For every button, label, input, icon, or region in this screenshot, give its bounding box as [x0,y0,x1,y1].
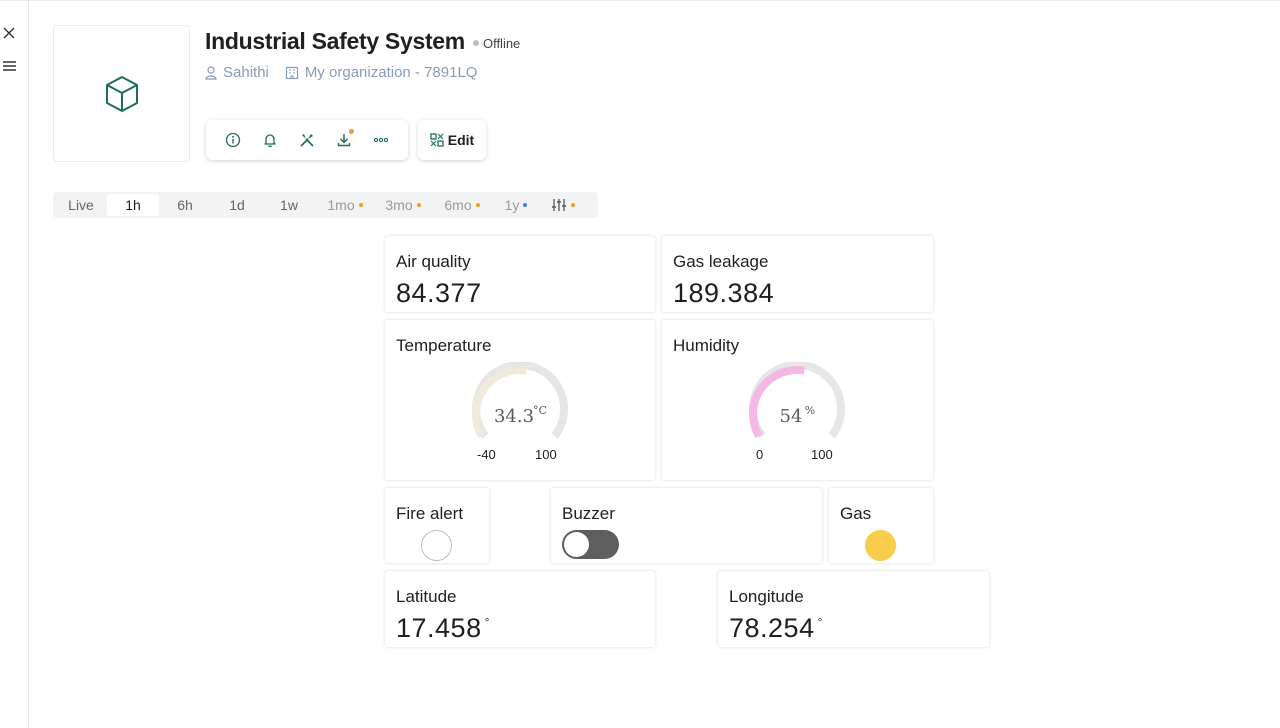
widget-label: Longitude [729,587,804,606]
cube-icon [105,75,138,112]
widget-label: Latitude [396,587,457,606]
widget-fire-alert[interactable]: Fire alert [385,488,489,563]
widget-label: Air quality [396,252,471,271]
owner-link[interactable]: Sahithi [205,64,269,81]
widget-latitude[interactable]: Latitude 17.458 ° [385,571,655,647]
gauge-unit: % [805,404,815,417]
edit-label: Edit [447,132,475,148]
widget-label: Humidity [673,336,740,355]
time-option-6h[interactable]: 6h [159,194,211,216]
premium-dot [571,203,575,207]
edit-layout-icon [430,133,444,147]
time-option-3mo[interactable]: 3mo [375,194,431,216]
widget-label: Gas [840,504,872,523]
widget-unit: ° [817,615,823,629]
status-badge: Offline [472,35,521,51]
custom-range-button[interactable] [539,194,587,216]
widget-value: 17.458 [396,613,482,643]
widget-value: 189.384 [673,278,775,308]
widget-value: 84.377 [396,278,482,308]
tools-icon [300,134,314,147]
device-image[interactable] [53,25,190,162]
widget-label: Gas leakage [673,252,769,271]
time-option-1d[interactable]: 1d [211,194,263,216]
widget-value: 78.254 [729,613,815,643]
widget-value-group: 17.458 ° [396,613,490,644]
time-option-label: Live [68,197,94,213]
time-range-selector: Live 1h 6h 1d 1w 1mo 3mo 6mo 1y [53,192,598,218]
time-option-label: 6h [177,197,193,213]
time-option-label: 1h [125,197,141,213]
toggle-knob [564,532,589,557]
menu-icon[interactable] [0,57,18,75]
time-option-label: 1d [229,197,245,213]
more-button[interactable] [369,128,393,152]
time-option-label: 3mo [385,197,413,213]
widget-air-quality[interactable]: Air quality 84.377 [385,236,655,312]
humidity-gauge: 54 % [749,362,845,439]
time-option-label: 1w [280,197,298,213]
premium-dot [416,203,421,207]
sliders-icon [552,199,566,211]
widget-label: Fire alert [396,504,464,523]
info-icon [225,132,240,148]
download-notification-dot [349,129,355,134]
alarms-button[interactable] [258,128,282,152]
widget-label: Buzzer [562,504,615,523]
close-icon[interactable] [0,24,18,42]
gas-led [865,530,896,561]
widget-longitude[interactable]: Longitude 78.254 ° [718,571,989,647]
info-button[interactable] [221,128,245,152]
time-option-label: 1mo [327,197,355,213]
owner-name: Sahithi [223,64,269,81]
user-icon [205,65,217,80]
premium-dot [475,203,480,207]
bell-icon [264,134,276,148]
device-meta: Sahithi My organization - 7891LQ [205,64,493,81]
left-rail [0,0,29,728]
widget-label: Temperature [396,336,492,355]
time-option-label: 6mo [444,197,472,213]
widget-unit: ° [484,615,490,629]
download-icon [337,134,351,147]
widget-gas-leakage[interactable]: Gas leakage 189.384 [662,236,933,312]
top-border [0,0,1280,1]
title-row: Industrial Safety System Offline [205,28,520,55]
widget-value-group: 78.254 ° [729,613,823,644]
time-option-1w[interactable]: 1w [263,194,315,216]
gauge-value: 54 [780,406,803,427]
fire-alert-led [421,530,452,561]
gauge-value: 34.3 [494,406,534,427]
edit-button[interactable]: Edit [418,120,486,160]
device-title: Industrial Safety System [205,28,465,54]
widget-humidity[interactable]: Humidity 54 % 0 100 [662,320,933,480]
gauge-min: -40 [477,447,496,462]
time-option-1h[interactable]: 1h [107,194,159,216]
status-dot [472,40,479,46]
premium-dot [358,203,363,207]
gauge-min: 0 [756,447,764,462]
status-text: Offline [482,35,521,51]
download-button[interactable] [332,128,356,152]
gauge-max: 100 [811,447,833,462]
buzzer-toggle[interactable] [562,530,619,559]
gauge-max: 100 [535,447,557,462]
temperature-gauge: 34.3 °C [472,362,568,439]
widget-temperature[interactable]: Temperature 34.3 °C -40 100 [385,320,655,480]
organization-name: My organization - 7891LQ [304,64,478,81]
time-option-live[interactable]: Live [55,194,107,216]
tools-button[interactable] [295,128,319,152]
gauge-unit: °C [533,404,547,417]
time-option-label: 1y [504,197,520,213]
widget-buzzer[interactable]: Buzzer [551,488,822,563]
time-option-1mo[interactable]: 1mo [315,194,375,216]
premium-dot [523,203,528,207]
widget-gas[interactable]: Gas [829,488,933,563]
organization-link[interactable]: My organization - 7891LQ [285,64,478,81]
building-icon [285,66,298,79]
more-icon [374,137,389,143]
time-option-1y[interactable]: 1y [493,194,539,216]
time-option-6mo[interactable]: 6mo [431,194,493,216]
device-toolbar [206,120,408,160]
